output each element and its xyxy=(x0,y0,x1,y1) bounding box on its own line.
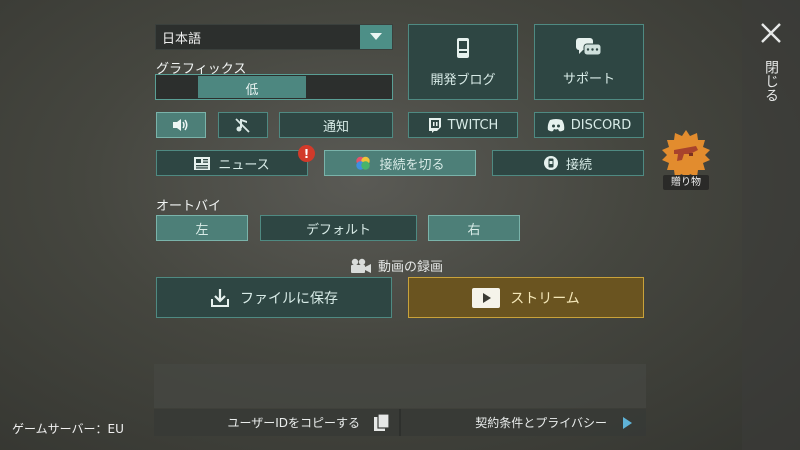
gift-label: 贈り物 xyxy=(663,175,709,190)
news-label: ニュース xyxy=(218,157,270,173)
chat-bubbles-icon xyxy=(576,37,602,58)
close-icon[interactable] xyxy=(760,22,782,44)
twitch-icon xyxy=(428,117,442,133)
close-label[interactable]: 閉じる xyxy=(763,60,779,102)
empty-panel xyxy=(154,364,646,408)
language-select[interactable]: 日本語 xyxy=(155,24,393,50)
phone-icon xyxy=(455,37,471,59)
autobuy-default-label: デフォルト xyxy=(305,222,371,238)
graphics-quality-slider[interactable]: 低 xyxy=(155,74,393,100)
footer-divider xyxy=(399,409,401,436)
autobuy-title: オートバイ xyxy=(156,199,222,214)
disconnect-label: 接続を切る xyxy=(379,157,445,173)
terms-privacy-button[interactable]: 契約条件とプライバシー xyxy=(402,409,646,436)
speaker-icon xyxy=(172,118,190,132)
support-button[interactable]: サポート xyxy=(534,24,644,100)
notifications-label: 通知 xyxy=(322,119,349,135)
copy-user-id-label: ユーザーIDをコピーする xyxy=(227,416,360,430)
disconnect-button[interactable]: 接続を切る xyxy=(324,150,476,176)
autobuy-default-button[interactable]: デフォルト xyxy=(260,215,417,241)
discord-label: DISCORD xyxy=(570,117,632,133)
autobuy-right-label: 右 xyxy=(467,222,481,238)
save-to-file-button[interactable]: ファイルに保存 xyxy=(156,277,392,318)
terms-privacy-label: 契約条件とプライバシー xyxy=(475,416,607,430)
copy-icon xyxy=(374,413,390,432)
connect-label: 接続 xyxy=(565,157,592,173)
twitch-button[interactable]: TWITCH xyxy=(408,112,518,138)
stream-button[interactable]: ストリーム xyxy=(408,277,644,318)
cup-icon xyxy=(543,155,558,171)
gift-starburst-icon xyxy=(662,130,710,180)
support-label: サポート xyxy=(562,71,615,87)
music-toggle-button[interactable] xyxy=(218,112,268,138)
recording-header: 動画の録画 xyxy=(350,256,443,275)
autobuy-right-button[interactable]: 右 xyxy=(428,215,520,241)
play-icon xyxy=(472,287,501,308)
stream-label: ストリーム xyxy=(510,290,580,307)
game-server-label: ゲームサーバー：EU xyxy=(12,422,124,436)
news-button[interactable]: ニュース xyxy=(156,150,308,176)
graphics-quality-value: 低 xyxy=(245,83,259,98)
news-alert-badge-icon: ! xyxy=(298,145,315,162)
recording-title: 動画の録画 xyxy=(378,260,444,275)
gift-badge[interactable]: 贈り物 xyxy=(660,128,712,192)
video-camera-icon xyxy=(350,258,372,274)
save-to-file-label: ファイルに保存 xyxy=(240,290,338,307)
copy-user-id-button[interactable]: ユーザーIDをコピーする xyxy=(154,409,398,436)
autobuy-left-label: 左 xyxy=(195,222,209,238)
sound-toggle-button[interactable] xyxy=(156,112,206,138)
connect-button[interactable]: 接続 xyxy=(492,150,644,176)
newspaper-icon xyxy=(194,156,211,170)
twitch-label: TWITCH xyxy=(447,117,499,133)
arrow-right-icon xyxy=(623,416,632,429)
dev-blog-button[interactable]: 開発ブログ xyxy=(408,24,518,100)
discord-icon xyxy=(547,118,565,132)
color-wheel-icon xyxy=(355,155,371,171)
chevron-down-icon[interactable] xyxy=(360,25,392,49)
music-muted-icon xyxy=(234,117,252,133)
notifications-button[interactable]: 通知 xyxy=(279,112,393,138)
discord-button[interactable]: DISCORD xyxy=(534,112,644,138)
download-icon xyxy=(210,288,230,308)
language-select-value: 日本語 xyxy=(162,31,202,47)
autobuy-left-button[interactable]: 左 xyxy=(156,215,248,241)
dev-blog-label: 開発ブログ xyxy=(430,72,496,88)
